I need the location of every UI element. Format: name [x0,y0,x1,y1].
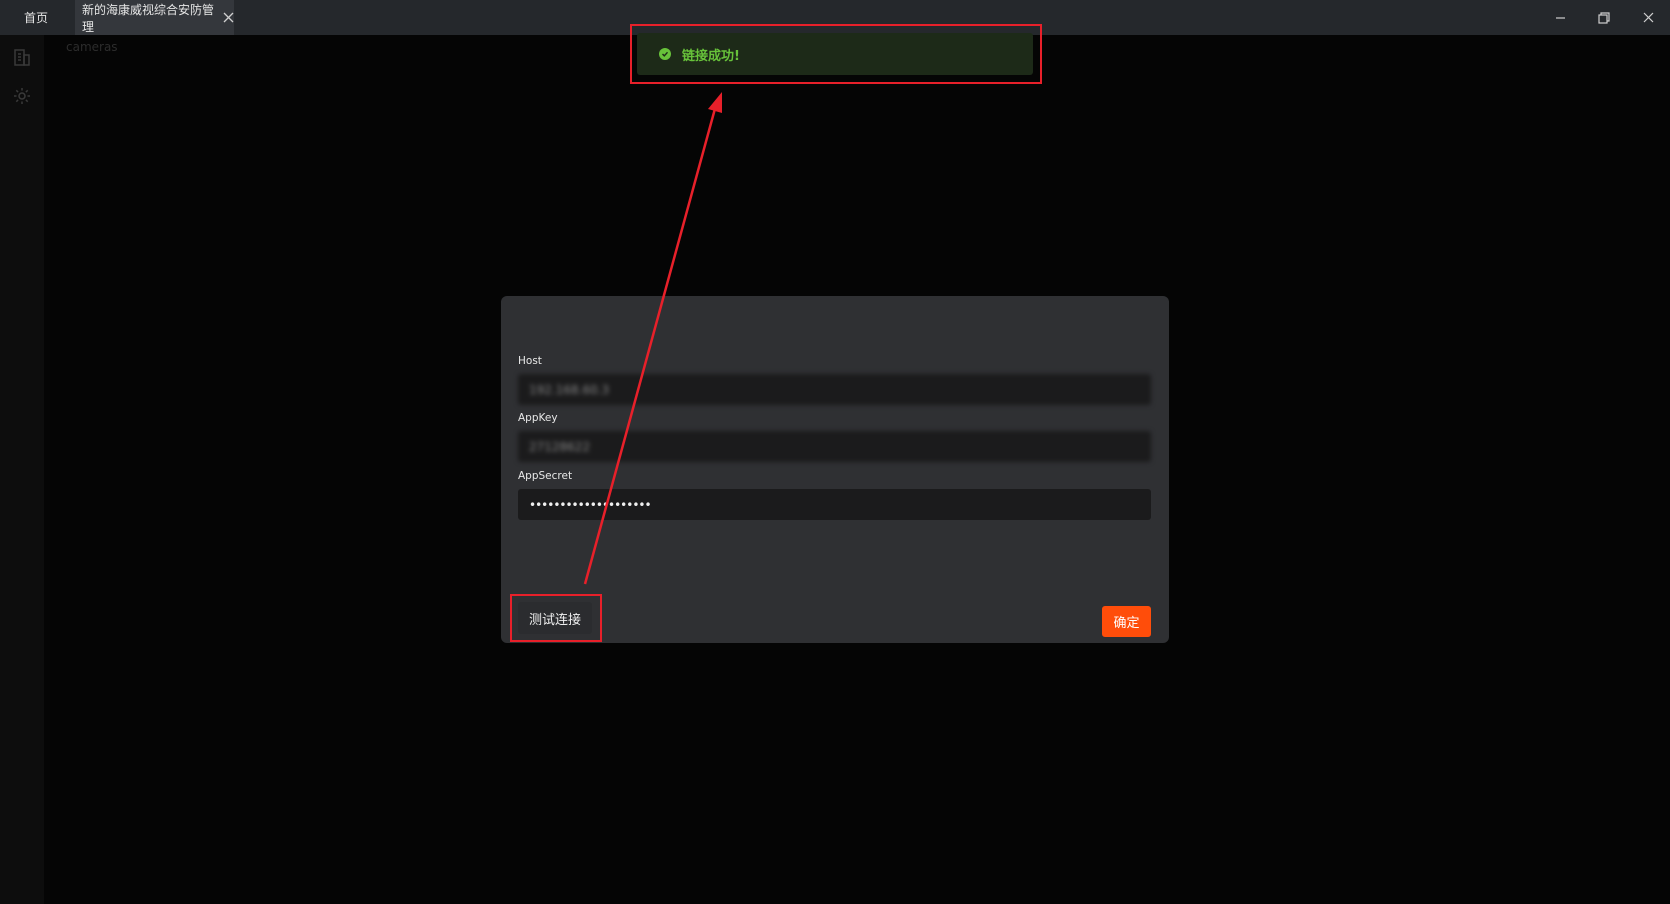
tab-hikvision-security[interactable]: 新的海康威视综合安防管理 [75,0,234,35]
host-input[interactable] [518,374,1151,405]
close-icon[interactable] [223,12,234,23]
toast-message: 链接成功! [682,48,740,64]
sidebar [0,35,44,904]
restore-icon [1598,11,1610,24]
minimize-icon [1555,17,1565,19]
test-connection-button[interactable]: 测试连接 [518,602,592,634]
confirm-button[interactable]: 确定 [1102,606,1151,637]
minimize-button[interactable] [1538,0,1582,35]
cameras-label: cameras [66,40,118,54]
title-bar: 首页 新的海康威视综合安防管理 [0,0,1670,35]
appsecret-input[interactable] [518,489,1151,520]
tab-home-label: 首页 [23,11,48,25]
restore-button[interactable] [1582,0,1626,35]
window-close-button[interactable] [1626,0,1670,35]
check-circle-icon [659,48,671,60]
window-close-icon [1643,12,1653,23]
host-label: Host [518,355,542,367]
appkey-input[interactable] [518,431,1151,462]
building-icon[interactable] [11,46,33,68]
gear-icon[interactable] [11,85,33,107]
tab-hikvision-label: 新的海康威视综合安防管理 [82,2,215,34]
connection-dialog: Host AppKey AppSecret 测试连接 确定 [501,296,1169,643]
appkey-label: AppKey [518,412,558,424]
tab-home[interactable]: 首页 [0,0,72,35]
appsecret-label: AppSecret [518,470,573,482]
success-toast: 链接成功! [637,33,1033,75]
